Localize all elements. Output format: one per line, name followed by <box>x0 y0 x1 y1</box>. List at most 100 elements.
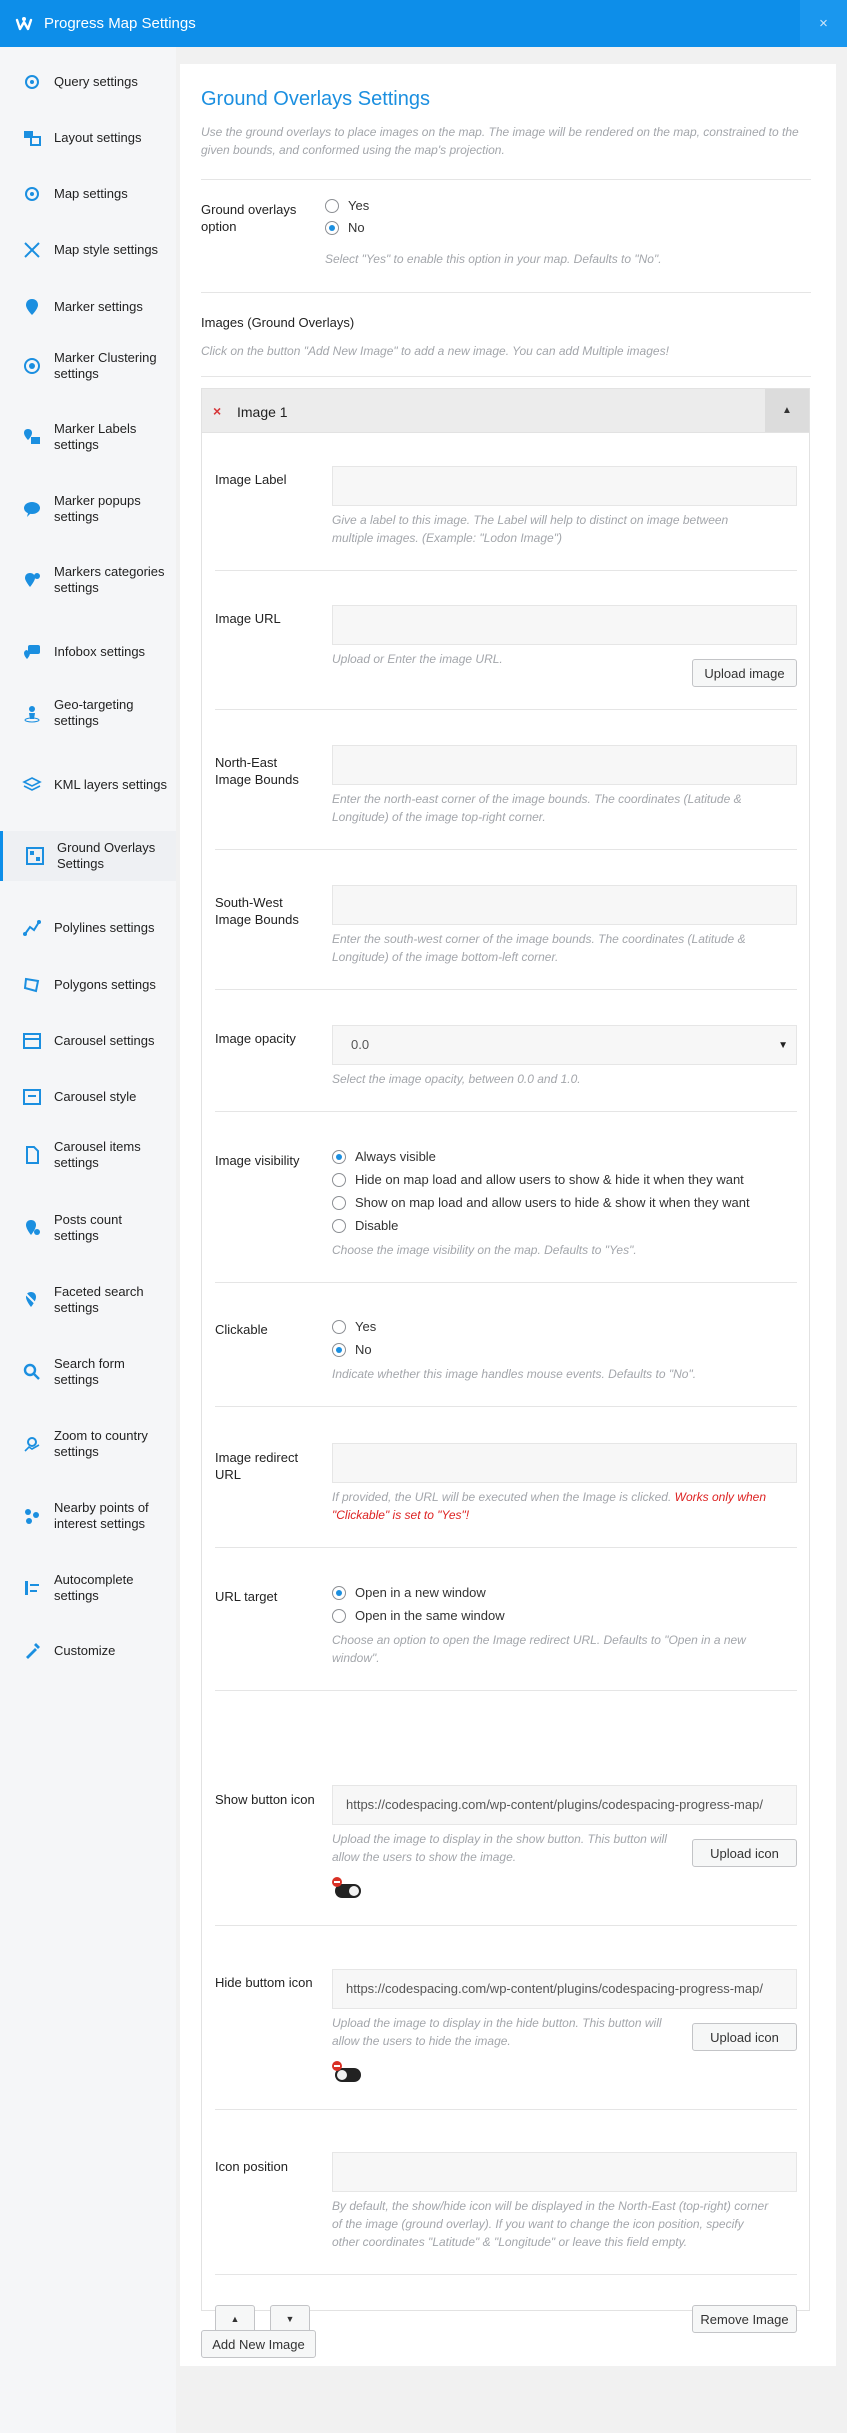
upload-show-icon-button[interactable]: Upload icon <box>692 1839 797 1867</box>
brush-icon <box>24 242 40 258</box>
move-down-button[interactable]: ▼ <box>270 2305 310 2333</box>
sidebar-item-query-settings[interactable]: Query settings <box>0 65 176 99</box>
sidebar-item-label: Polylines settings <box>54 920 155 935</box>
visibility-hide-on-load-radio[interactable]: Hide on map load and allow users to show… <box>332 1172 744 1187</box>
divider <box>215 989 797 990</box>
south-west-bounds-input[interactable] <box>332 885 797 925</box>
south-west-bounds-label: South-West Image Bounds <box>215 895 299 927</box>
document-icon <box>26 1146 39 1164</box>
sidebar-item-carousel-settings[interactable]: Carousel settings <box>0 1024 176 1058</box>
option-no-radio[interactable]: No <box>325 220 365 235</box>
sidebar-item-label: Map settings <box>54 186 128 201</box>
sidebar-item-polylines-settings[interactable]: Polylines settings <box>0 911 176 945</box>
clickable-yes-radio[interactable]: Yes <box>332 1319 376 1334</box>
visibility-disable-radio[interactable]: Disable <box>332 1218 398 1233</box>
image-visibility-description: Choose the image visibility on the map. … <box>332 1243 637 1257</box>
image-redirect-url-input[interactable] <box>332 1443 797 1483</box>
sidebar-item-marker-popups-settings[interactable]: Marker popups settings <box>0 484 176 534</box>
image-url-description: Upload or Enter the image URL. <box>332 652 503 666</box>
image-label-label: Image Label <box>215 472 287 487</box>
divider <box>215 1925 797 1926</box>
target-new-window-radio[interactable]: Open in a new window <box>332 1585 486 1600</box>
sidebar-item-infobox-settings[interactable]: Infobox settings <box>0 635 176 669</box>
sidebar-item-marker-settings[interactable]: Marker settings <box>0 290 176 324</box>
sidebar-item-carousel-style[interactable]: Carousel style <box>0 1080 176 1114</box>
divider <box>215 849 797 850</box>
count-pin-icon <box>26 1220 40 1235</box>
show-icon-preview <box>332 1877 361 1898</box>
sidebar-item-label: Faceted search settings <box>54 1284 144 1315</box>
sidebar-item-customize[interactable]: Customize <box>0 1634 176 1668</box>
sidebar-item-label: Marker settings <box>54 299 143 314</box>
sidebar-item-posts-count-settings[interactable]: Posts count settings <box>0 1203 176 1253</box>
polyline-icon <box>23 920 41 936</box>
image-url-input[interactable] <box>332 605 797 645</box>
collapse-toggle-icon[interactable]: ▲ <box>765 389 809 432</box>
add-new-image-button[interactable]: Add New Image <box>201 2330 316 2358</box>
option-yes-radio[interactable]: Yes <box>325 198 369 213</box>
sidebar-item-zoom-to-country-settings[interactable]: Zoom to country settings <box>0 1419 176 1469</box>
move-up-button[interactable]: ▲ <box>215 2305 255 2333</box>
sidebar-item-geo-targeting-settings[interactable]: Geo-targeting settings <box>0 688 176 738</box>
sidebar-item-autocomplete-settings[interactable]: Autocomplete settings <box>0 1563 176 1613</box>
sidebar-item-kml-layers-settings[interactable]: KML layers settings <box>0 760 176 810</box>
hide-button-icon-label: Hide buttom icon <box>215 1975 313 1990</box>
option-description: Select "Yes" to enable this option in yo… <box>325 252 662 266</box>
close-button[interactable]: × <box>800 0 847 47</box>
image-panel-header[interactable]: × Image 1 ▲ <box>202 389 809 433</box>
clickable-no-radio[interactable]: No <box>332 1342 372 1357</box>
sidebar-item-layout-settings[interactable]: Layout settings <box>0 121 176 155</box>
upload-image-button[interactable]: Upload image <box>692 659 797 687</box>
infobox-icon <box>24 645 40 659</box>
upload-hide-icon-button[interactable]: Upload icon <box>692 2023 797 2051</box>
divider <box>201 292 811 293</box>
sidebar-item-label: Query settings <box>54 74 138 89</box>
remove-image-icon[interactable]: × <box>213 403 221 419</box>
image-label-input[interactable] <box>332 466 797 506</box>
sidebar-item-label: Map style settings <box>54 242 159 257</box>
layout-icon <box>24 131 41 146</box>
sidebar-item-marker-clustering-settings[interactable]: Marker Clustering settings <box>0 341 176 391</box>
image-opacity-description: Select the image opacity, between 0.0 an… <box>332 1072 581 1086</box>
visibility-always-radio[interactable]: Always visible <box>332 1149 436 1164</box>
image-visibility-label: Image visibility <box>215 1153 300 1168</box>
south-west-bounds-description: Enter the south-west corner of the image… <box>332 932 746 964</box>
autocomplete-icon <box>25 1581 39 1595</box>
sidebar-item-nearby-points-of-interest-settings[interactable]: Nearby points of interest settings <box>0 1491 176 1541</box>
sidebar-item-label: Layout settings <box>54 130 142 145</box>
url-target-description: Choose an option to open the Image redir… <box>332 1633 746 1665</box>
target-same-window-radio[interactable]: Open in the same window <box>332 1608 505 1623</box>
sidebar-item-ground-overlays-settings[interactable]: Ground Overlays Settings <box>0 831 176 881</box>
hide-button-icon-input[interactable]: https://codespacing.com/wp-content/plugi… <box>332 1969 797 2009</box>
sidebar-item-label: Geo-targeting settings <box>54 697 134 728</box>
sidebar-item-search-form-settings[interactable]: Search form settings <box>0 1347 176 1397</box>
chevron-down-icon: ▼ <box>778 1040 788 1051</box>
categories-icon <box>25 573 40 587</box>
remove-image-button[interactable]: Remove Image <box>692 2305 797 2333</box>
sidebar-item-markers-categories-settings[interactable]: Markers categories settings <box>0 555 176 605</box>
show-button-icon-label: Show button icon <box>215 1792 315 1807</box>
sidebar-item-label: Posts count settings <box>54 1212 122 1243</box>
sidebar-item-carousel-items-settings[interactable]: Carousel items settings <box>0 1130 176 1180</box>
image-label-description: Give a label to this image. The Label wi… <box>332 513 729 545</box>
sidebar-item-label: Ground Overlays Settings <box>57 840 156 871</box>
cluster-icon <box>24 358 40 374</box>
sidebar-item-marker-labels-settings[interactable]: Marker Labels settings <box>0 412 176 462</box>
divider <box>215 570 797 571</box>
visibility-show-on-load-radio[interactable]: Show on map load and allow users to hide… <box>332 1195 750 1210</box>
sidebar-item-map-settings[interactable]: Map settings <box>0 177 176 211</box>
sidebar-item-faceted-search-settings[interactable]: Faceted search settings <box>0 1275 176 1325</box>
sidebar-item-polygons-settings[interactable]: Polygons settings <box>0 968 176 1002</box>
sidebar-item-map-style-settings[interactable]: Map style settings <box>0 233 176 267</box>
image-opacity-select[interactable]: 0.0 ▼ <box>332 1025 797 1065</box>
images-section-title: Images (Ground Overlays) <box>201 315 355 330</box>
sidebar: Query settings Layout settings Map setting… <box>0 47 176 2433</box>
icon-position-input[interactable] <box>332 2152 797 2192</box>
sidebar-item-label: Carousel items settings <box>54 1139 141 1170</box>
show-button-icon-input[interactable]: https://codespacing.com/wp-content/plugi… <box>332 1785 797 1825</box>
images-description: Click on the button "Add New Image" to a… <box>201 344 669 358</box>
sidebar-item-label: Marker Labels settings <box>54 421 137 452</box>
gear-icon <box>25 75 39 89</box>
north-east-bounds-input[interactable] <box>332 745 797 785</box>
app-title: Progress Map Settings <box>44 15 196 32</box>
